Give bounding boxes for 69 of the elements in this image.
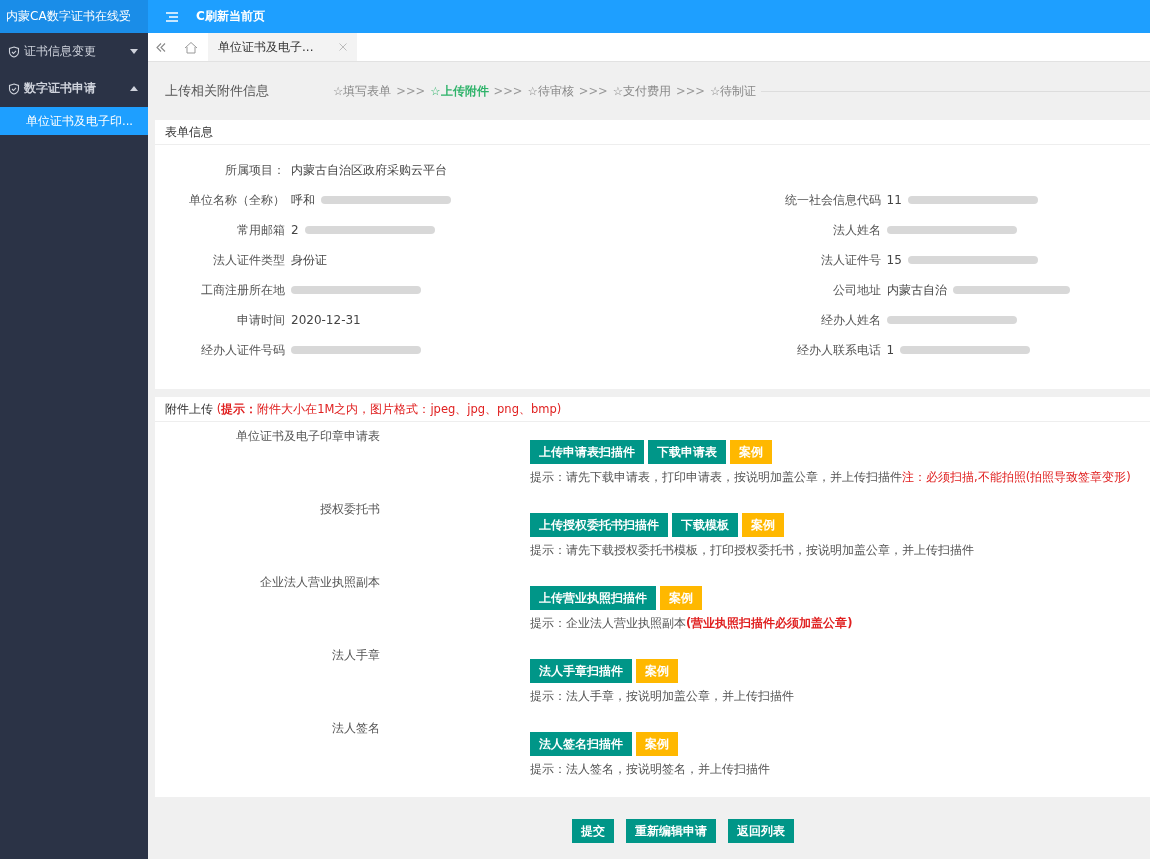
step-label: ☆支付费用	[612, 83, 671, 99]
field-label: 常用邮箱	[236, 221, 285, 239]
action-button[interactable]: 法人手章扫描件	[530, 659, 632, 683]
step-label: ☆填写表单	[333, 83, 392, 99]
field-label: 公司地址	[831, 281, 881, 299]
action-button[interactable]: 上传申请表扫描件	[530, 440, 644, 464]
sidebar-item[interactable]: 证书信息变更	[0, 33, 148, 70]
app-title: 内蒙CA数字证书在线受	[0, 0, 148, 33]
step-label: ☆上传附件	[430, 83, 489, 99]
field-label: 单位名称（全称）	[188, 191, 285, 209]
footer-button[interactable]: 返回列表	[727, 819, 794, 843]
sidebar-subitem[interactable]: 单位证书及电子印...	[0, 107, 148, 135]
field-label: 法人证件号	[819, 251, 881, 269]
shield-icon	[8, 45, 20, 58]
page-tab[interactable]: 单位证书及电子...	[208, 33, 358, 61]
field-label: 经办人联系电话	[795, 341, 881, 359]
hint-text: 提示：法人手章，按说明加盖公章，并上传扫描件	[530, 689, 794, 703]
home-icon[interactable]	[184, 40, 198, 54]
menu-icon[interactable]	[166, 11, 178, 22]
hint-text: 提示：请先下载申请表，打印申请表，按说明加盖公章，并上传扫描件	[530, 470, 902, 484]
field-label: 法人姓名	[831, 221, 881, 239]
field-value: 身份证	[291, 251, 327, 269]
field-label: 经办人姓名	[819, 311, 881, 329]
step-separator: >>>	[578, 84, 608, 98]
field-value: 呼和	[291, 191, 315, 209]
close-icon[interactable]	[339, 43, 348, 51]
hint-text: 提示：企业法人营业执照副本	[530, 616, 686, 630]
step-label: ☆待审核	[527, 83, 574, 99]
action-button[interactable]: 下载申请表	[648, 440, 726, 464]
hint-text: 提示：法人签名，按说明签名，并上传扫描件	[530, 762, 770, 776]
hint-text: 提示：请先下载授权委托书模板，打印授权委托书，按说明加盖公章，并上传扫描件	[530, 543, 974, 557]
attachment-note: (提示：附件大小在1M之内，图片格式：jpeg、jpg、png、bmp)	[216, 402, 562, 416]
field-label: 经办人证件号码	[200, 341, 285, 359]
field-value: 2020-12-31	[291, 313, 361, 327]
field-value: 内蒙古自治区政府采购云平台	[291, 161, 447, 179]
footer-button[interactable]: 提交	[571, 819, 614, 843]
sidebar-item[interactable]: 数字证书申请	[0, 70, 148, 107]
shield-icon	[8, 82, 20, 95]
field-label: 工商注册所在地	[200, 281, 285, 299]
action-button[interactable]: 上传营业执照扫描件	[530, 586, 656, 610]
field-value: 15	[886, 253, 902, 267]
step-separator: >>>	[676, 84, 705, 98]
attachment-label: 法人签名	[331, 720, 381, 737]
action-button[interactable]: 下载模板	[672, 513, 738, 537]
warning-text: (营业执照扫描件必须加盖公章)	[686, 616, 853, 630]
field-value: 2	[291, 223, 299, 237]
step-separator: >>>	[493, 84, 523, 98]
action-button[interactable]: 法人签名扫描件	[530, 732, 632, 756]
field-label: 法人证件类型	[212, 251, 285, 269]
step-separator: >>>	[396, 84, 426, 98]
page-title: 上传相关附件信息	[165, 82, 270, 100]
section-title: 表单信息	[155, 120, 1150, 145]
field-label: 统一社会信息代码	[783, 191, 881, 209]
step-label: ☆待制证	[709, 83, 757, 99]
attachment-label: 法人手章	[331, 647, 381, 664]
attachment-label: 企业法人营业执照副本	[259, 574, 381, 591]
warning-text: 注：必须扫描,不能拍照(拍照导致签章变形)	[902, 470, 1131, 484]
action-button[interactable]: 上传授权委托书扫描件	[530, 513, 668, 537]
field-value: 11	[886, 193, 902, 207]
field-label: 所属项目：	[224, 161, 285, 179]
section-title: 附件上传	[165, 402, 213, 416]
attachment-label: 授权委托书	[319, 501, 381, 518]
refresh-link[interactable]: C刷新当前页	[196, 8, 265, 25]
double-chevron-icon[interactable]	[156, 42, 166, 52]
attachment-label: 单位证书及电子印章申请表	[235, 428, 381, 445]
field-value: 1	[886, 343, 895, 357]
footer-button[interactable]: 重新编辑申请	[625, 819, 716, 843]
field-label: 申请时间	[236, 311, 285, 329]
field-value: 内蒙古自治	[886, 281, 947, 299]
